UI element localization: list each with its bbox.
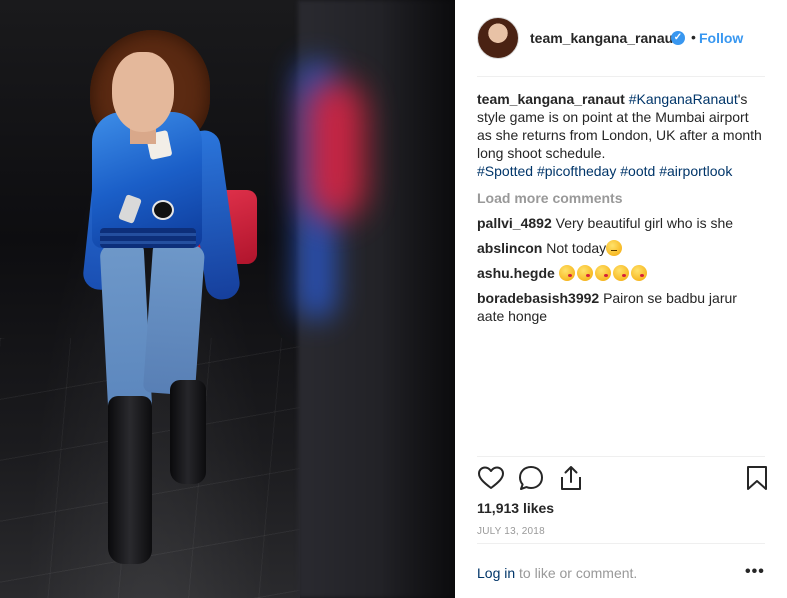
figure-face bbox=[112, 52, 174, 132]
comment-username[interactable]: abslincon bbox=[477, 240, 542, 256]
figure-jacket-band bbox=[100, 228, 196, 248]
separator-dot: • bbox=[691, 29, 696, 45]
hashtag-link[interactable]: #ootd bbox=[620, 163, 655, 179]
photo-shade bbox=[380, 0, 455, 598]
hashtag-link[interactable]: #KanganaRanaut bbox=[629, 91, 738, 107]
comment-icon[interactable] bbox=[517, 464, 545, 492]
jacket-patch bbox=[152, 200, 174, 220]
kissing-face-emoji-icon bbox=[594, 265, 611, 281]
comment-item: ashu.hegde bbox=[477, 264, 765, 282]
comment-username[interactable]: ashu.hegde bbox=[477, 265, 555, 281]
hashtag-link[interactable]: #airportlook bbox=[659, 163, 732, 179]
heart-icon[interactable] bbox=[477, 464, 505, 492]
login-prompt-text: to like or comment. bbox=[515, 565, 638, 581]
action-bar bbox=[477, 462, 767, 494]
header-divider bbox=[477, 76, 765, 77]
load-more-comments-button[interactable]: Load more comments bbox=[477, 189, 765, 207]
comment-username[interactable]: pallvi_4892 bbox=[477, 215, 552, 231]
comment-text: Not today bbox=[546, 240, 607, 256]
comment-item: abslincon Not today bbox=[477, 239, 765, 257]
comment-item: pallvi_4892 Very beautiful girl who is s… bbox=[477, 214, 765, 232]
figure-right-boot bbox=[170, 380, 206, 484]
photo-blur-red bbox=[305, 80, 365, 220]
comment-username[interactable]: boradebasish3992 bbox=[477, 290, 599, 306]
comment-item: boradebasish3992 Pairon se badbu jarur a… bbox=[477, 289, 765, 325]
figure-left-boot bbox=[108, 396, 152, 564]
post-date: JULY 13, 2018 bbox=[477, 526, 545, 537]
post-username[interactable]: team_kangana_ranaut bbox=[530, 30, 678, 46]
more-options-icon[interactable]: ••• bbox=[745, 563, 765, 581]
login-link[interactable]: Log in bbox=[477, 565, 515, 581]
caption: team_kangana_ranaut #KanganaRanaut's sty… bbox=[477, 90, 765, 180]
post-side-panel: team_kangana_ranaut ✓ • Follow team_kang… bbox=[455, 0, 787, 598]
kissing-face-emoji-icon bbox=[576, 265, 593, 281]
likes-count[interactable]: 11,913 likes bbox=[477, 500, 554, 516]
kissing-face-emoji-icon bbox=[558, 265, 575, 281]
avatar[interactable] bbox=[477, 17, 519, 59]
comment-text: Very beautiful girl who is she bbox=[555, 215, 734, 231]
login-divider bbox=[477, 543, 765, 544]
login-prompt: Log in to like or comment. bbox=[477, 565, 637, 581]
bookmark-icon[interactable] bbox=[743, 464, 771, 492]
kissing-face-emoji-icon bbox=[630, 265, 647, 281]
hashtag-link[interactable]: #picoftheday bbox=[537, 163, 616, 179]
neutral-face-emoji-icon bbox=[606, 240, 623, 256]
comments-section: team_kangana_ranaut #KanganaRanaut's sty… bbox=[477, 90, 765, 325]
kissing-face-emoji-icon bbox=[612, 265, 629, 281]
figure-right-leg bbox=[142, 242, 206, 396]
verified-badge-icon: ✓ bbox=[671, 31, 685, 45]
share-icon[interactable] bbox=[557, 464, 585, 492]
hashtag-link[interactable]: #Spotted bbox=[477, 163, 533, 179]
follow-button[interactable]: Follow bbox=[699, 30, 743, 46]
post-photo[interactable] bbox=[0, 0, 455, 598]
caption-username[interactable]: team_kangana_ranaut bbox=[477, 91, 625, 107]
actions-divider bbox=[477, 456, 765, 457]
